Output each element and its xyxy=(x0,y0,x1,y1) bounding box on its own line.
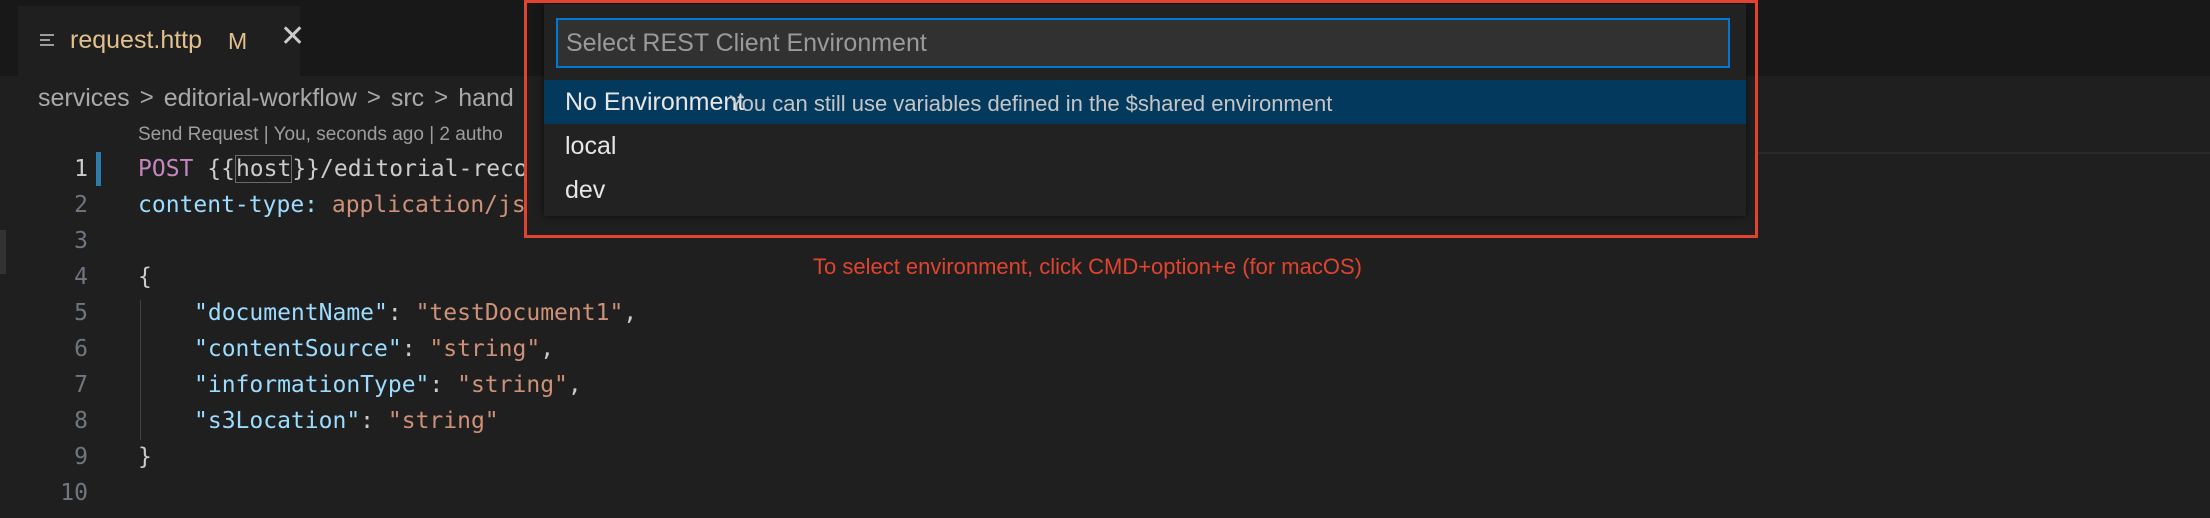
line-number: 3 xyxy=(74,228,88,254)
modified-badge: M xyxy=(228,28,248,54)
chevron-right-icon: > xyxy=(434,84,449,111)
code-text: POST {{host}}/editorial-reco xyxy=(138,155,528,183)
annotation-text: To select environment, click CMD+option+… xyxy=(813,254,1362,279)
line-number: 5 xyxy=(74,300,88,326)
code-text: "s3Location": "string" xyxy=(194,408,499,434)
line-number: 1 xyxy=(74,156,88,182)
breadcrumb-item-services[interactable]: services xyxy=(38,84,130,113)
line-number: 7 xyxy=(74,372,88,398)
line-number: 6 xyxy=(74,336,88,362)
codelens-send-request[interactable]: Send Request | You, seconds ago | 2 auth… xyxy=(138,124,503,146)
line-number: 2 xyxy=(74,192,88,218)
code-text: "informationType": "string", xyxy=(194,372,582,398)
code-line-9: 9 } xyxy=(0,440,2210,476)
breadcrumb-item-src[interactable]: src xyxy=(391,84,424,113)
code-line-10: 10 xyxy=(0,476,2210,512)
line-number: 4 xyxy=(74,264,88,290)
lines-icon xyxy=(40,34,56,50)
line-number: 8 xyxy=(74,408,88,434)
line-number: 10 xyxy=(60,480,88,506)
breadcrumb-item-hand[interactable]: hand xyxy=(458,84,514,113)
code-text: { xyxy=(138,264,152,290)
code-line-8: 8 "s3Location": "string" xyxy=(0,404,2210,440)
code-text: } xyxy=(138,444,152,470)
chevron-right-icon: > xyxy=(139,84,154,111)
code-text: content-type: application/js xyxy=(138,192,526,218)
breadcrumb-item-editorial-workflow[interactable]: editorial-workflow xyxy=(164,84,357,113)
code-line-5: 5 "documentName": "testDocument1", xyxy=(0,296,2210,332)
code-text: "documentName": "testDocument1", xyxy=(194,300,638,326)
tab-filename: request.http xyxy=(70,26,203,54)
code-line-7: 7 "informationType": "string", xyxy=(0,368,2210,404)
chevron-right-icon: > xyxy=(366,84,381,111)
git-change-marker xyxy=(96,152,101,186)
highlight-frame xyxy=(524,0,1758,238)
code-text: "contentSource": "string", xyxy=(194,336,555,362)
line-number: 9 xyxy=(74,444,88,470)
code-line-6: 6 "contentSource": "string", xyxy=(0,332,2210,368)
breadcrumb: services > editorial-workflow > src > ha… xyxy=(38,80,514,116)
close-icon[interactable]: ✕ xyxy=(280,22,305,52)
tab-request-http[interactable]: request.http M ✕ xyxy=(18,6,305,76)
